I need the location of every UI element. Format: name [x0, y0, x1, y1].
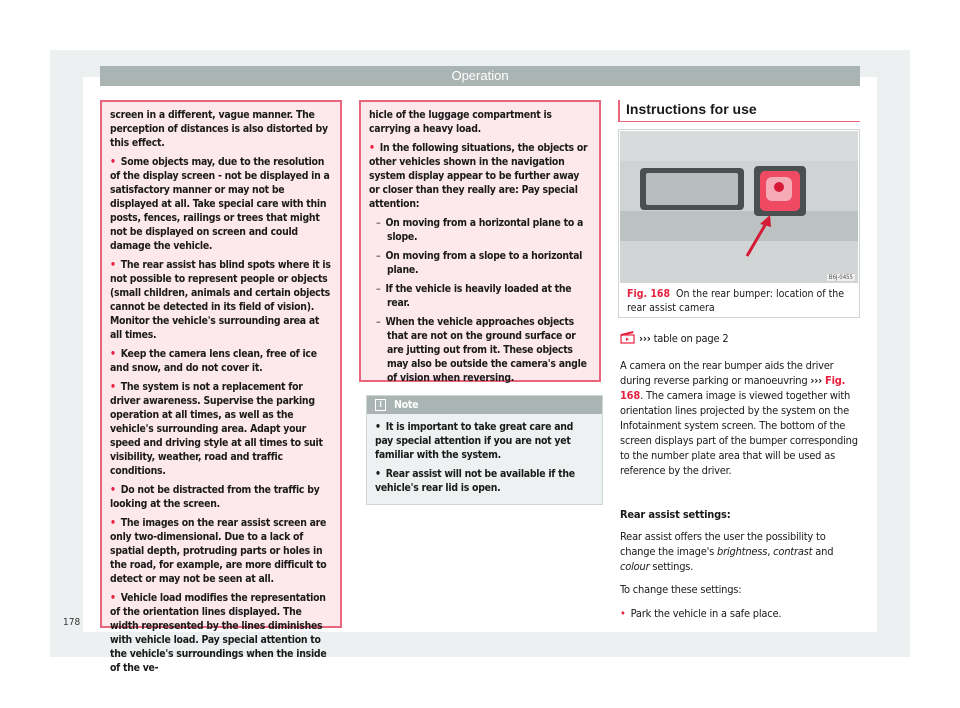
cross-ref-arrows: ››› — [810, 374, 823, 387]
warning-bullet: The system is not a replacement for driv… — [110, 380, 332, 478]
info-icon: i — [375, 399, 386, 411]
figure-label: Fig. 168 — [627, 288, 671, 300]
rear-bumper-image: B6J-0455 — [620, 131, 858, 283]
page-number: 178 — [63, 617, 81, 628]
table-link-row: ››› table on page 2 — [620, 330, 860, 348]
note-body: It is important to take great care and p… — [367, 414, 602, 504]
settings-paragraph: Rear assist offers the user the possibil… — [620, 529, 860, 574]
chapter-header: Operation — [100, 66, 860, 86]
warning-bullet: The rear assist has blind spots where it… — [110, 258, 332, 342]
intro-text: A camera on the rear bumper aids the dri… — [620, 359, 834, 387]
note-box: i Note It is important to take great care… — [366, 395, 603, 505]
warning-bullet: Vehicle load modifies the representation… — [110, 591, 332, 675]
warning-bullet: In the following situations, the objects… — [369, 141, 591, 211]
warning-paragraph: screen in a different, vague manner. The… — [110, 109, 328, 149]
warning-box-end: hicle of the luggage compartment is carr… — [359, 100, 601, 385]
warning-box-continued: screen in a different, vague manner. The… — [100, 100, 342, 674]
warning-dash-item: When the vehicle approaches objects that… — [369, 315, 591, 385]
warning-dash-item: On moving from a horizontal plane to a s… — [369, 216, 591, 244]
rear-bumper-illustration — [620, 131, 858, 283]
note-item: Rear assist will not be available if the… — [375, 467, 594, 495]
note-header: i Note — [367, 396, 602, 414]
cross-ref-arrows: ››› — [639, 332, 651, 345]
note-item: It is important to take great care and p… — [375, 420, 594, 462]
table-link[interactable]: table on page 2 — [654, 332, 729, 345]
figure-caption: Fig. 168 On the rear bumper: location of … — [627, 287, 855, 315]
term-brightness: brightness — [717, 545, 768, 558]
separator: and — [812, 545, 834, 558]
settings-text-end: settings. — [649, 560, 694, 573]
figure-168: B6J-0455 Fig. 168 On the rear bumper: loc… — [618, 129, 860, 318]
warning-continuation: hicle of the luggage compartment is carr… — [369, 109, 552, 135]
figure-code: B6J-0455 — [826, 274, 855, 281]
term-contrast: contrast — [773, 545, 813, 558]
warning-bullet: Keep the camera lens clean, free of ice … — [110, 347, 332, 375]
note-title: Note — [394, 399, 419, 411]
settings-heading: Rear assist settings: — [620, 508, 731, 521]
warning-bullet: The images on the rear assist screen are… — [110, 516, 332, 586]
warning-bullet: Some objects may, due to the resolution … — [110, 155, 332, 253]
warning-bullet: Do not be distracted from the traffic by… — [110, 483, 332, 511]
intro-paragraph: A camera on the rear bumper aids the dri… — [620, 358, 860, 478]
term-colour: colour — [620, 560, 650, 573]
section-title: Instructions for use — [618, 100, 860, 122]
video-clapper-icon — [620, 330, 636, 348]
step-item: Park the vehicle in a safe place. — [620, 606, 860, 621]
warning-dash-item: On moving from a slope to a horizontal p… — [369, 249, 591, 277]
change-settings-intro: To change these settings: — [620, 583, 742, 596]
warning-dash-item: If the vehicle is heavily loaded at the … — [369, 282, 591, 310]
intro-text-continued: . The camera image is viewed together wi… — [620, 389, 858, 477]
